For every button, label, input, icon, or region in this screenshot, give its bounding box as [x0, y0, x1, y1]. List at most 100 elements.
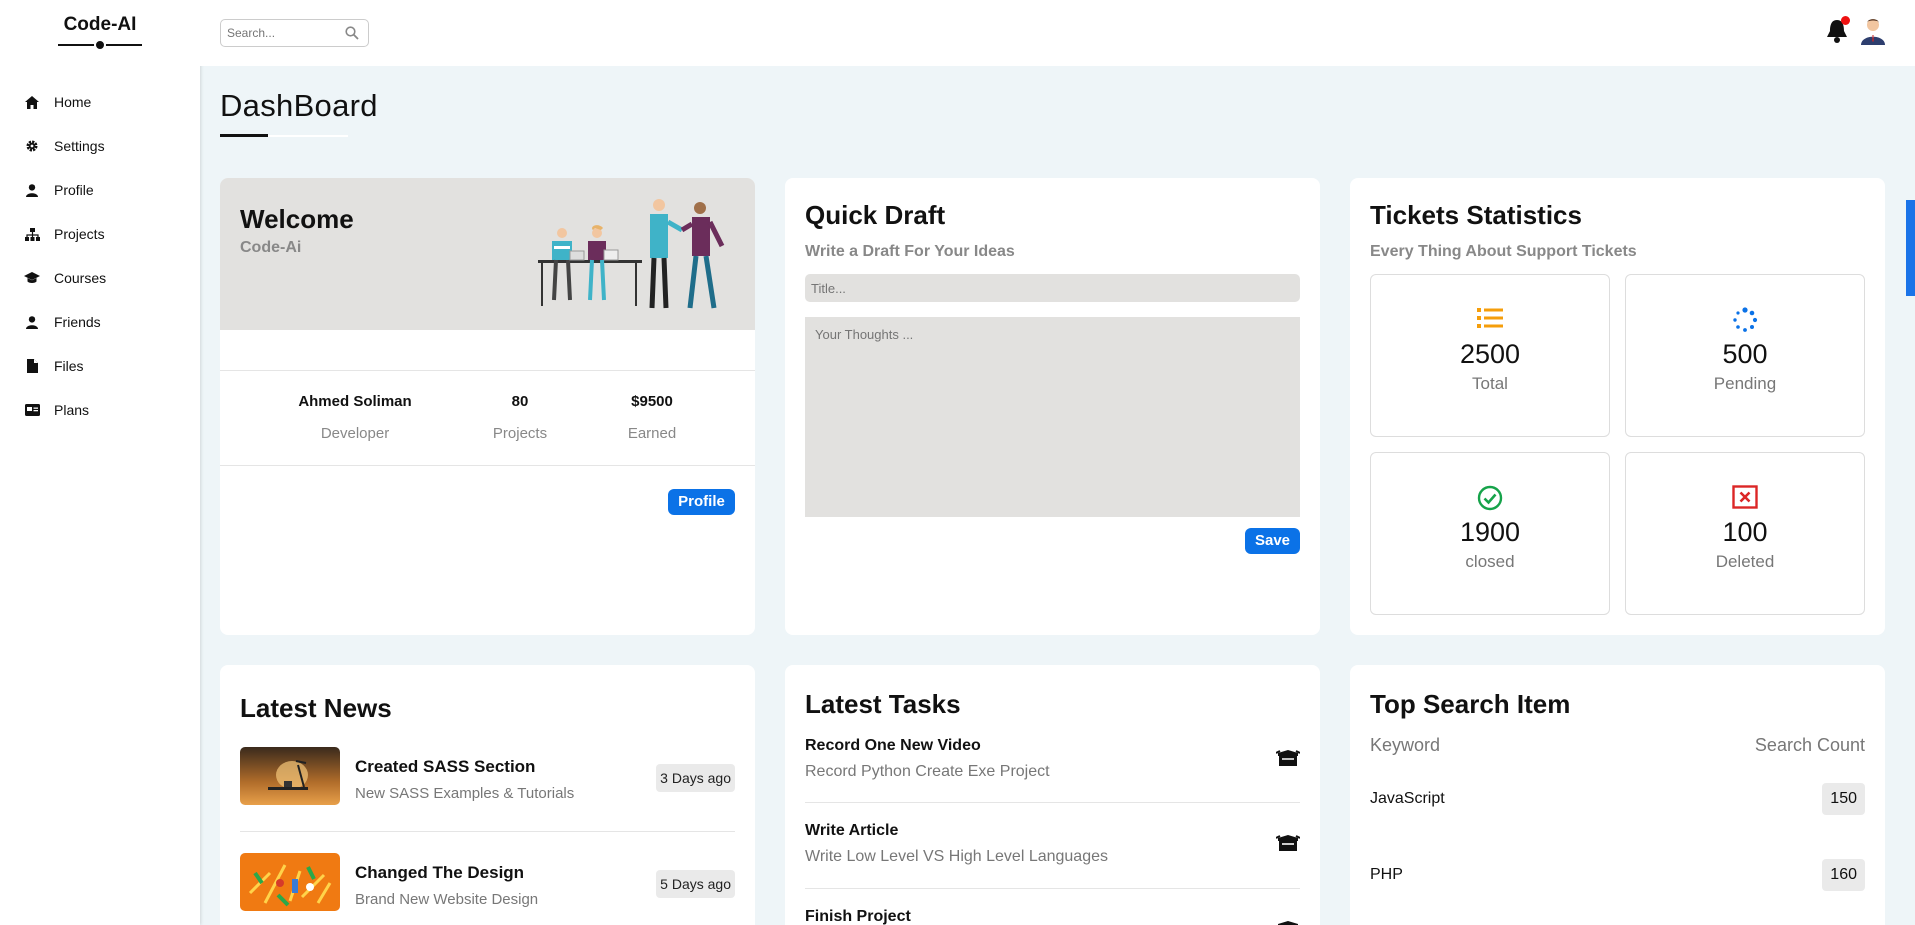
stat-name: Ahmed Soliman Developer: [290, 393, 420, 442]
home-icon: [24, 94, 40, 110]
topsearch-title: Top Search Item: [1370, 689, 1571, 719]
news-divider: [240, 831, 735, 832]
topsearch-row: PHP 160: [1370, 859, 1865, 891]
check-circle-icon: [1371, 485, 1609, 513]
logo-dot: [94, 39, 106, 51]
ticket-stat-value: 500: [1722, 339, 1768, 369]
sidebar-item-projects[interactable]: Projects: [0, 212, 200, 256]
trash-box-icon[interactable]: [1275, 749, 1301, 767]
user-icon: [24, 182, 40, 198]
credit-card-icon: [24, 402, 40, 418]
search-count: 150: [1822, 783, 1865, 815]
task-item: Record One New Video Record Python Creat…: [805, 737, 1301, 781]
news-item-title: Created SASS Section: [355, 757, 536, 776]
avatar[interactable]: [1860, 17, 1886, 45]
sidebar-item-label: Settings: [54, 138, 105, 154]
topsearch-row: JavaScript 150: [1370, 783, 1865, 815]
quick-draft-card: Quick Draft Write a Draft For Your Ideas…: [785, 178, 1320, 635]
welcome-card: Welcome Code-Ai Ahmed Soliman Developer …: [220, 178, 755, 635]
logo[interactable]: Code-AI: [0, 14, 200, 51]
tickets-subtitle: Every Thing About Support Tickets: [1370, 243, 1637, 260]
top-search-card: Top Search Item Keyword Search Count Jav…: [1350, 665, 1885, 925]
ticket-stat-label: Total: [1472, 374, 1508, 393]
task-desc: Write Low Level VS High Level Languages: [805, 848, 1108, 865]
topsearch-header: Keyword Search Count: [1370, 735, 1865, 756]
task-desc: Record Python Create Exe Project: [805, 763, 1050, 780]
stat-projects-value: 80: [511, 393, 529, 410]
trash-box-icon[interactable]: [1276, 920, 1300, 925]
task-title: Record One New Video: [805, 737, 981, 754]
stat-earned-label: Earned: [627, 425, 677, 442]
topbar: [200, 0, 1915, 66]
latest-news-card: Latest News Created SASS Section New SAS…: [220, 665, 755, 925]
sidebar-item-friends[interactable]: Friends: [0, 300, 200, 344]
welcome-title: Welcome: [240, 204, 354, 234]
draft-body-textarea[interactable]: [805, 317, 1300, 517]
sidebar: Code-AI Home Settings Profile Projects C…: [0, 0, 200, 925]
sidebar-item-label: Plans: [54, 402, 90, 418]
page-title-underline-accent: [220, 134, 268, 137]
task-divider: [805, 888, 1300, 889]
task-divider: [805, 802, 1300, 803]
ticket-stat-label: Deleted: [1715, 552, 1775, 571]
sidebar-item-profile[interactable]: Profile: [0, 168, 200, 212]
ticket-stat-value: 2500: [1459, 339, 1521, 369]
news-item[interactable]: Changed The Design Brand New Website Des…: [240, 853, 735, 911]
draft-title-input[interactable]: [805, 274, 1300, 302]
sidebar-item-label: Home: [54, 94, 92, 110]
keyword: JavaScript: [1370, 790, 1445, 807]
graduation-cap-icon: [24, 270, 40, 286]
logo-text: Code-AI: [63, 14, 137, 35]
news-item-desc: New SASS Examples & Tutorials: [355, 785, 575, 802]
sidebar-item-label: Friends: [54, 314, 101, 330]
profile-button[interactable]: Profile: [668, 489, 735, 515]
news-item-date: 5 Days ago: [656, 870, 735, 898]
ticket-stat-total: 2500 Total: [1370, 274, 1610, 437]
sidebar-item-label: Profile: [54, 182, 94, 198]
list-icon: [1371, 307, 1609, 335]
stat-projects-label: Projects: [492, 425, 548, 442]
ticket-stat-label: Pending: [1713, 374, 1777, 393]
scrollbar[interactable]: [1906, 200, 1915, 296]
news-item-date: 3 Days ago: [656, 764, 735, 792]
spinner-icon: [1626, 307, 1864, 335]
news-thumbnail: [240, 747, 340, 805]
sidebar-nav: Home Settings Profile Projects Courses F…: [0, 80, 200, 432]
news-item[interactable]: Created SASS Section New SASS Examples &…: [240, 747, 735, 805]
ticket-stat-closed: 1900 closed: [1370, 452, 1610, 615]
task-item: Finish Project: [805, 908, 1300, 925]
latest-tasks-card: Latest Tasks Record One New Video Record…: [785, 665, 1320, 925]
welcome-subtitle: Code-Ai: [240, 239, 302, 256]
stat-projects: 80 Projects: [480, 393, 560, 442]
task-item: Write Article Write Low Level VS High Le…: [805, 822, 1301, 866]
search-box: [220, 19, 369, 47]
news-title: Latest News: [240, 693, 392, 723]
stat-name-value: Ahmed Soliman: [298, 393, 412, 410]
ticket-stat-deleted: 100 Deleted: [1625, 452, 1865, 615]
sitemap-icon: [24, 226, 40, 242]
gear-icon: [24, 138, 40, 154]
page-title: DashBoard: [220, 88, 378, 123]
draft-title: Quick Draft: [805, 200, 946, 230]
stat-earned: $9500 Earned: [612, 393, 692, 442]
sidebar-item-label: Files: [54, 358, 84, 374]
file-icon: [24, 358, 40, 374]
trash-box-icon[interactable]: [1275, 834, 1301, 852]
stat-earned-value: $9500: [631, 393, 673, 410]
ticket-stat-value: 1900: [1459, 517, 1521, 547]
keyword: PHP: [1370, 866, 1403, 883]
sidebar-item-courses[interactable]: Courses: [0, 256, 200, 300]
ticket-stat-value: 100: [1722, 517, 1768, 547]
sidebar-item-home[interactable]: Home: [0, 80, 200, 124]
search-icon[interactable]: [345, 26, 359, 40]
save-button[interactable]: Save: [1245, 528, 1300, 554]
ticket-stat-label: closed: [1465, 552, 1515, 571]
bell-icon: [1826, 20, 1848, 48]
stat-name-label: Developer: [320, 425, 390, 442]
notification-button[interactable]: [1826, 16, 1850, 44]
search-input[interactable]: [227, 26, 345, 40]
sidebar-item-files[interactable]: Files: [0, 344, 200, 388]
sidebar-item-label: Courses: [54, 270, 107, 286]
sidebar-item-plans[interactable]: Plans: [0, 388, 200, 432]
sidebar-item-settings[interactable]: Settings: [0, 124, 200, 168]
